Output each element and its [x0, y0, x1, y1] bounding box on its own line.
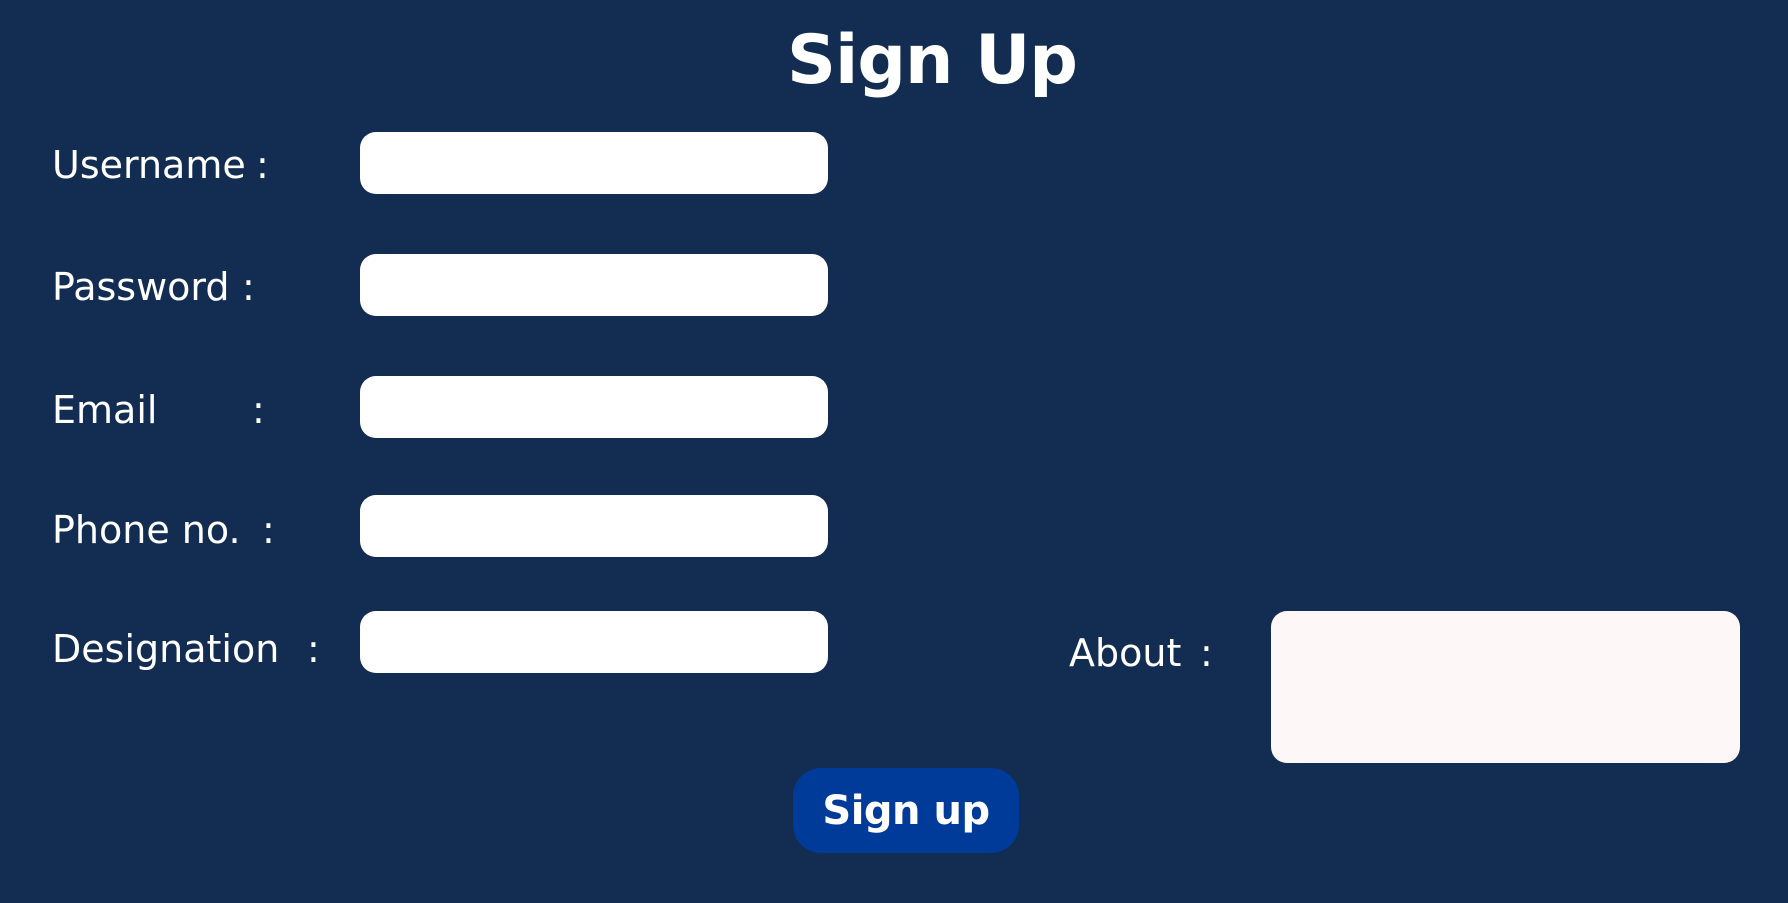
email-input[interactable] [360, 376, 828, 438]
page-title: Sign Up [787, 21, 1078, 100]
designation-colon: : [307, 627, 320, 671]
password-input[interactable] [360, 254, 828, 316]
phone-colon: : [262, 508, 275, 552]
designation-input[interactable] [360, 611, 828, 673]
sign-up-button[interactable]: Sign up [793, 768, 1019, 853]
username-label: Username [52, 143, 246, 187]
about-textarea[interactable] [1271, 611, 1740, 763]
password-colon: : [242, 265, 255, 309]
email-label: Email [52, 388, 158, 432]
password-label: Password [52, 265, 230, 309]
username-input[interactable] [360, 132, 828, 194]
username-colon: : [256, 143, 269, 187]
about-colon: : [1200, 631, 1213, 675]
email-colon: : [252, 388, 265, 432]
phone-label: Phone no. [52, 508, 241, 552]
designation-label: Designation [52, 627, 280, 671]
phone-input[interactable] [360, 495, 828, 557]
about-label: About [1069, 631, 1182, 675]
